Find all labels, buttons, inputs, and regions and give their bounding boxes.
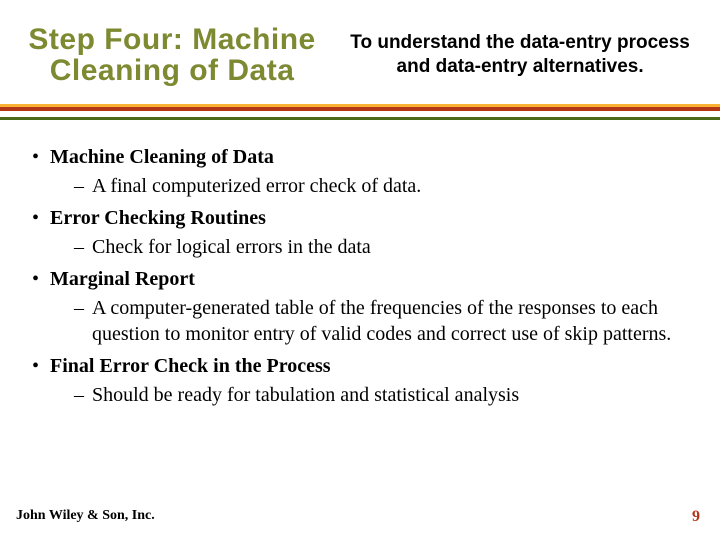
- bullet-item: • Machine Cleaning of Data: [32, 146, 698, 169]
- sub-item: – Check for logical errors in the data: [74, 234, 698, 260]
- sub-text: A final computerized error check of data…: [92, 173, 421, 199]
- slide-header: Step Four: Machine Cleaning of Data To u…: [0, 0, 720, 96]
- page-number: 9: [692, 508, 700, 526]
- sub-item: – A computer-generated table of the freq…: [74, 295, 698, 347]
- bullet-label: Error Checking Routines: [50, 207, 266, 230]
- sub-item: – A final computerized error check of da…: [74, 173, 698, 199]
- bullet-icon: •: [32, 207, 50, 230]
- dash-icon: –: [74, 234, 92, 260]
- bullet-item: • Marginal Report: [32, 268, 698, 291]
- sub-text: A computer-generated table of the freque…: [92, 295, 698, 347]
- bullet-label: Machine Cleaning of Data: [50, 146, 274, 169]
- bullet-label: Final Error Check in the Process: [50, 355, 331, 378]
- bullet-item: • Error Checking Routines: [32, 207, 698, 230]
- bullet-item: • Final Error Check in the Process: [32, 355, 698, 378]
- bullet-icon: •: [32, 268, 50, 291]
- sub-item: – Should be ready for tabulation and sta…: [74, 382, 698, 408]
- footer-publisher: John Wiley & Son, Inc.: [16, 508, 155, 524]
- dash-icon: –: [74, 382, 92, 408]
- bullet-icon: •: [32, 355, 50, 378]
- sub-text: Should be ready for tabulation and stati…: [92, 382, 519, 408]
- divider-rules: [0, 104, 720, 120]
- slide-objective: To understand the data-entry process and…: [332, 31, 708, 79]
- bullet-icon: •: [32, 146, 50, 169]
- slide-title: Step Four: Machine Cleaning of Data: [12, 24, 332, 87]
- sub-text: Check for logical errors in the data: [92, 234, 371, 260]
- slide-body: • Machine Cleaning of Data – A final com…: [0, 120, 720, 408]
- dash-icon: –: [74, 295, 92, 321]
- bullet-label: Marginal Report: [50, 268, 195, 291]
- dash-icon: –: [74, 173, 92, 199]
- rule-red: [0, 107, 720, 111]
